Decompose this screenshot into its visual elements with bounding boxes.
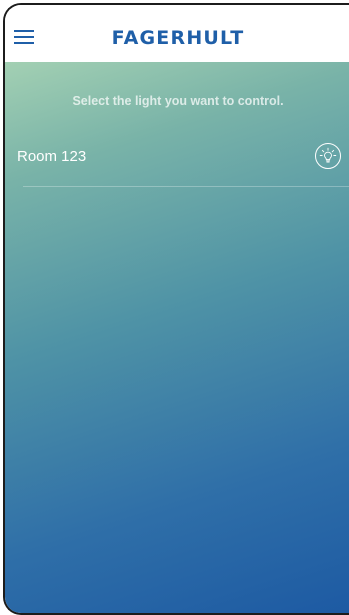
divider — [23, 186, 349, 187]
app-screen: FAGERHULT Select the light you want to c… — [3, 3, 349, 615]
light-item[interactable]: Room 123 — [5, 133, 349, 186]
instruction-text: Select the light you want to control. — [72, 94, 284, 108]
light-bulb-icon[interactable] — [315, 143, 341, 169]
light-list-panel: Select the light you want to control. Ro… — [5, 62, 349, 613]
brand-logo: FAGERHULT — [111, 27, 245, 49]
light-name: Room 123 — [17, 148, 87, 165]
app-header: FAGERHULT — [5, 5, 349, 62]
